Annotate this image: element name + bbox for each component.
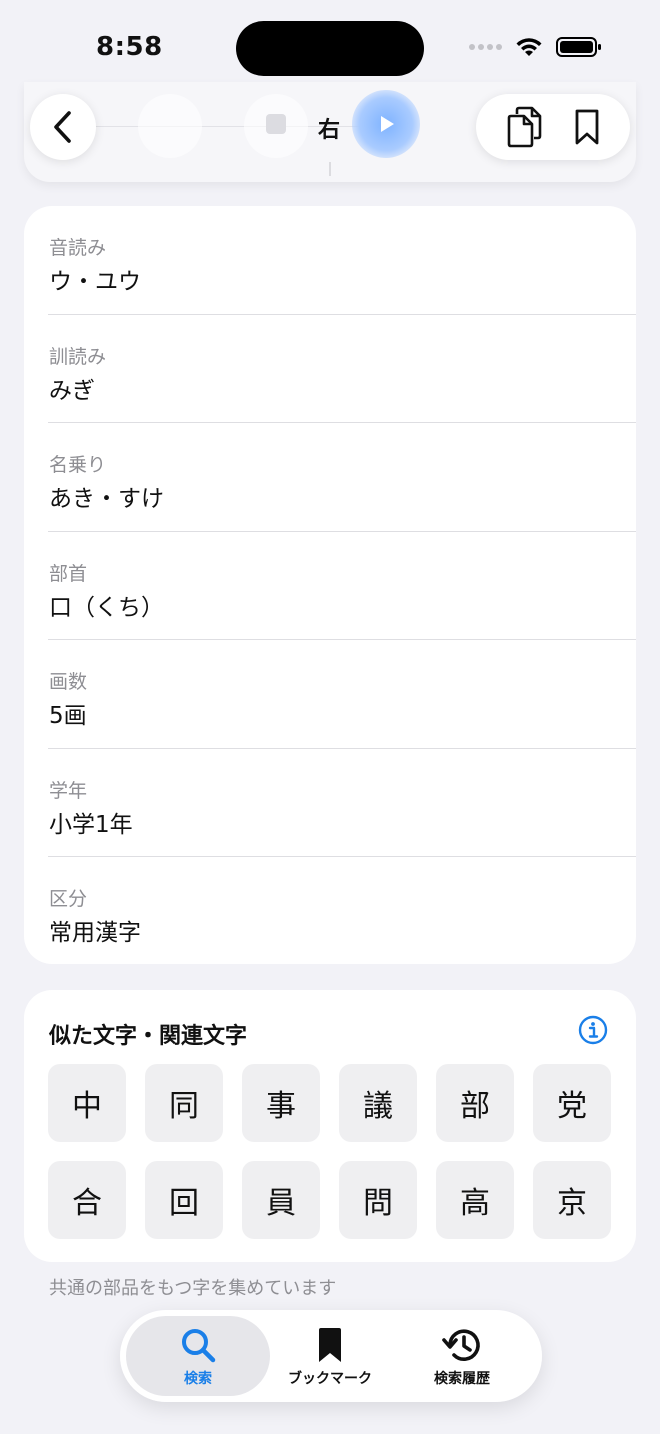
- play-icon: [381, 116, 394, 132]
- related-kanji-cell[interactable]: 同: [145, 1064, 223, 1142]
- bookmark-icon: [319, 1328, 341, 1362]
- related-kanji-cell[interactable]: 中: [48, 1064, 126, 1142]
- battery-icon: [556, 37, 601, 57]
- search-icon: [182, 1329, 216, 1363]
- status-indicators: [469, 36, 602, 58]
- related-kanji-cell[interactable]: 部: [436, 1064, 514, 1142]
- previous-stroke-button[interactable]: [138, 94, 202, 158]
- page-title-kanji: 右: [318, 118, 341, 143]
- stroke-slider-tick: [329, 162, 331, 176]
- chevron-left-icon: [54, 111, 71, 143]
- related-kanji-cell[interactable]: 回: [145, 1161, 223, 1239]
- header-actions: [476, 94, 630, 160]
- info-value: 口（くち）: [49, 594, 164, 621]
- related-kanji-cell[interactable]: 問: [339, 1161, 417, 1239]
- info-icon[interactable]: [578, 1015, 608, 1045]
- info-row-nanori: 名乗り あき・すけ: [24, 423, 636, 532]
- info-value: 常用漢字: [49, 920, 141, 946]
- tab-bookmarks[interactable]: ブックマーク: [258, 1316, 402, 1396]
- info-label: 部首: [49, 562, 88, 585]
- info-value: みぎ: [49, 377, 95, 404]
- info-label: 音読み: [49, 237, 107, 259]
- status-time: 8:58: [96, 32, 163, 62]
- cellular-signal-icon: [469, 44, 502, 50]
- info-row-radical: 部首 口（くち）: [24, 532, 636, 640]
- tab-history[interactable]: 検索履歴: [390, 1316, 534, 1396]
- info-label: 学年: [49, 779, 88, 802]
- tab-search[interactable]: 検索: [126, 1316, 270, 1396]
- info-value: あき・すけ: [49, 486, 164, 512]
- tab-bar: 検索 ブックマーク 検索履歴: [120, 1310, 542, 1402]
- related-kanji-cell[interactable]: 事: [242, 1064, 320, 1142]
- info-label: 名乗り: [49, 454, 107, 476]
- history-icon: [442, 1329, 480, 1361]
- related-kanji-cell[interactable]: 員: [242, 1161, 320, 1239]
- related-kanji-grid: 中 同 事 議 部 党 合 回 員 問 高 京: [48, 1064, 611, 1239]
- info-row-kun-reading: 訓読み みぎ: [24, 315, 636, 423]
- related-kanji-cell[interactable]: 高: [436, 1161, 514, 1239]
- bookmark-outline-icon[interactable]: [574, 108, 600, 146]
- info-label: 訓読み: [49, 345, 107, 368]
- info-row-category: 区分 常用漢字: [24, 857, 636, 964]
- dynamic-island: [236, 21, 424, 76]
- tab-label: ブックマーク: [288, 1371, 372, 1387]
- tab-label: 検索履歴: [434, 1371, 490, 1387]
- related-title: 似た文字・関連文字: [49, 1024, 248, 1049]
- kanji-detail-screen: 8:58 右 音読み ウ・ユウ 訓読み みぎ 名乗り あき・すけ 部首 口（くち…: [0, 0, 660, 1434]
- info-value: 5画: [49, 703, 87, 729]
- copy-icon[interactable]: [506, 106, 542, 148]
- info-row-grade: 学年 小学1年: [24, 749, 636, 857]
- info-label: 区分: [49, 888, 88, 910]
- back-button[interactable]: [30, 94, 96, 160]
- related-kanji-cell[interactable]: 党: [533, 1064, 611, 1142]
- info-row-on-reading: 音読み ウ・ユウ: [24, 206, 636, 315]
- related-footnote: 共通の部品をもつ字を集めています: [49, 1278, 337, 1299]
- info-label: 画数: [49, 671, 88, 693]
- info-value: 小学1年: [49, 811, 133, 838]
- kanji-info-card: 音読み ウ・ユウ 訓読み みぎ 名乗り あき・すけ 部首 口（くち） 画数 5画…: [24, 206, 636, 964]
- info-row-stroke-count: 画数 5画: [24, 640, 636, 749]
- tab-label: 検索: [184, 1371, 212, 1387]
- related-kanji-cell[interactable]: 議: [339, 1064, 417, 1142]
- related-kanji-cell[interactable]: 合: [48, 1161, 126, 1239]
- related-kanji-card: 似た文字・関連文字 中 同 事 議 部 党 合 回 員 問 高 京: [24, 990, 636, 1262]
- play-stroke-button[interactable]: [352, 90, 420, 158]
- related-kanji-cell[interactable]: 京: [533, 1161, 611, 1239]
- wifi-icon: [516, 38, 542, 56]
- info-value: ウ・ユウ: [49, 269, 141, 295]
- stop-icon: [266, 114, 286, 134]
